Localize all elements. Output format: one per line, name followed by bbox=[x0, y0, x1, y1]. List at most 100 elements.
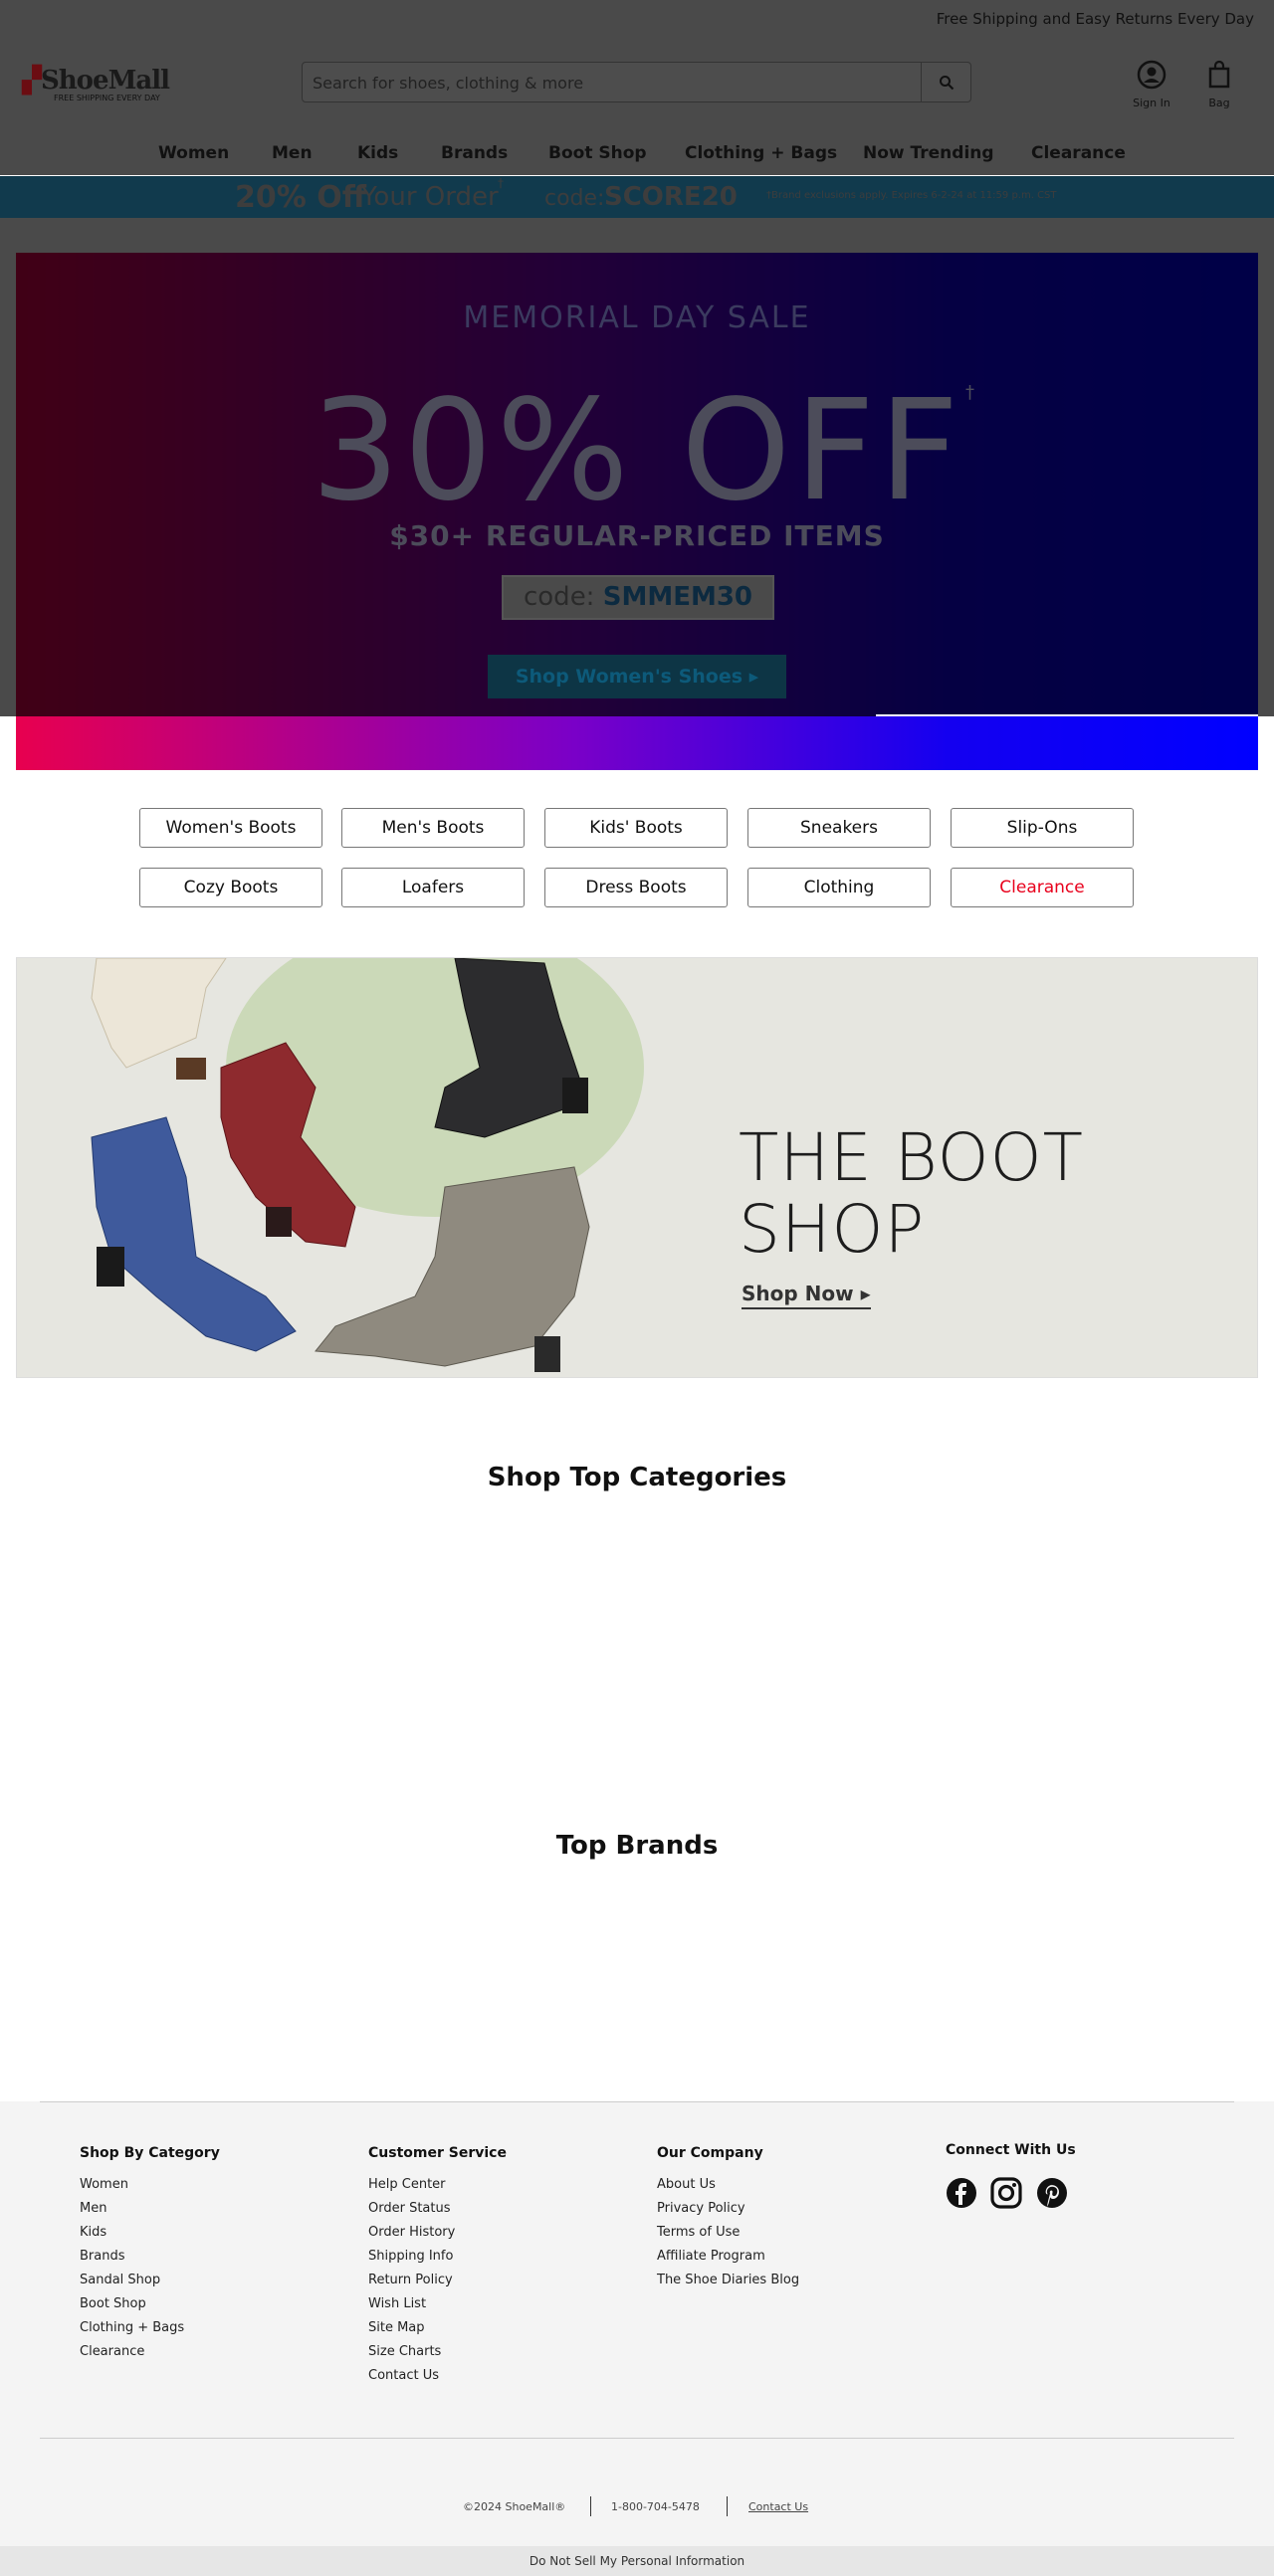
pill-womens-boots[interactable]: Women's Boots bbox=[139, 808, 322, 848]
nav-clearance[interactable]: Clearance bbox=[1031, 143, 1126, 163]
nav-boot-shop[interactable]: Boot Shop bbox=[548, 143, 647, 163]
top-bar: Free Shipping and Easy Returns Every Day bbox=[0, 0, 1274, 38]
boot-shop-title-line2: SHOP bbox=[739, 1191, 926, 1268]
overlay-dim-right bbox=[1258, 253, 1274, 716]
search-icon bbox=[939, 75, 954, 90]
footer-link-affiliate-program[interactable]: Affiliate Program bbox=[657, 2249, 799, 2265]
footer-heading: Our Company bbox=[657, 2145, 763, 2161]
footer-link-sandal-shop[interactable]: Sandal Shop bbox=[80, 2273, 220, 2288]
footer-link-about-us[interactable]: About Us bbox=[657, 2177, 799, 2193]
pill-loafers[interactable]: Loafers bbox=[341, 868, 525, 907]
footer-heading: Customer Service bbox=[368, 2145, 507, 2161]
hero-subline: $30+ REGULAR-PRICED ITEMS bbox=[389, 519, 885, 552]
footer-link-wish-list[interactable]: Wish List bbox=[368, 2296, 507, 2312]
do-not-sell-link[interactable]: Do Not Sell My Personal Information bbox=[0, 2546, 1274, 2576]
footer-contact-link[interactable]: Contact Us bbox=[748, 2500, 808, 2513]
footer-link-shipping-info[interactable]: Shipping Info bbox=[368, 2249, 507, 2265]
footer-link-kids[interactable]: Kids bbox=[80, 2225, 220, 2241]
pill-slip-ons[interactable]: Slip-Ons bbox=[951, 808, 1134, 848]
pill-dress-boots[interactable]: Dress Boots bbox=[544, 868, 728, 907]
footer-link-terms-of-use[interactable]: Terms of Use bbox=[657, 2225, 799, 2241]
footer-col-customer-service: Customer Service Help Center Order Statu… bbox=[368, 2145, 507, 2392]
footer-link-help-center[interactable]: Help Center bbox=[368, 2177, 507, 2193]
footer-link-men[interactable]: Men bbox=[80, 2201, 220, 2217]
footer-heading: Connect With Us bbox=[946, 2142, 1076, 2158]
page: Free Shipping and Easy Returns Every Day… bbox=[0, 0, 1274, 2576]
sign-in-button[interactable]: Sign In bbox=[1129, 60, 1174, 109]
pill-cozy-boots[interactable]: Cozy Boots bbox=[139, 868, 322, 907]
footer: Shop By Category Women Men Kids Brands S… bbox=[0, 2101, 1274, 2546]
pill-mens-boots[interactable]: Men's Boots bbox=[341, 808, 525, 848]
shipping-message: Free Shipping and Easy Returns Every Day bbox=[936, 10, 1254, 28]
pill-kids-boots[interactable]: Kids' Boots bbox=[544, 808, 728, 848]
boot-shop-cta[interactable]: Shop Now ▸ bbox=[742, 1282, 871, 1309]
top-categories-heading: Shop Top Categories bbox=[487, 1463, 787, 1492]
phone-number[interactable]: 1-800-704-5478 bbox=[611, 2500, 700, 2513]
pill-sneakers[interactable]: Sneakers bbox=[747, 808, 931, 848]
footer-divider-top bbox=[40, 2101, 1234, 2102]
promo-exclusions: †Brand exclusions apply. Expires 6-2-24 … bbox=[766, 190, 1057, 201]
footer-link-clearance[interactable]: Clearance bbox=[80, 2344, 220, 2360]
main-nav: Women Men Kids Brands Boot Shop Clothing… bbox=[0, 137, 1274, 175]
footer-divider-bottom bbox=[40, 2438, 1234, 2439]
overlay-dim-left bbox=[0, 253, 16, 716]
nav-women[interactable]: Women bbox=[158, 143, 229, 163]
boot-shop-title-line1: THE BOOT bbox=[739, 1119, 1084, 1196]
pinterest-icon[interactable] bbox=[1036, 2177, 1068, 2209]
hero-code-value: SMMEM30 bbox=[602, 582, 753, 612]
hero-headline: MEMORIAL DAY SALE bbox=[463, 300, 811, 335]
pill-clothing[interactable]: Clothing bbox=[747, 868, 931, 907]
search-button[interactable] bbox=[921, 63, 970, 101]
footer-col-shop-by-category: Shop By Category Women Men Kids Brands S… bbox=[80, 2145, 220, 2368]
boots-image bbox=[91, 958, 590, 1372]
sign-in-label: Sign In bbox=[1133, 97, 1170, 109]
boot-shop-banner[interactable]: THE BOOT SHOP Shop Now ▸ bbox=[16, 957, 1258, 1378]
footer-link-site-map[interactable]: Site Map bbox=[368, 2320, 507, 2336]
promo-dagger: † bbox=[498, 176, 504, 190]
boot-shop-title: THE BOOT SHOP bbox=[739, 1122, 1084, 1266]
footer-link-order-status[interactable]: Order Status bbox=[368, 2201, 507, 2217]
search-bar bbox=[302, 62, 971, 102]
footer-link-return-policy[interactable]: Return Policy bbox=[368, 2273, 507, 2288]
nav-now-trending[interactable]: Now Trending bbox=[863, 143, 994, 163]
instagram-icon[interactable] bbox=[990, 2177, 1022, 2209]
nav-men[interactable]: Men bbox=[272, 143, 313, 163]
footer-link-order-history[interactable]: Order History bbox=[368, 2225, 507, 2241]
promo-banner[interactable]: 20% Off Your Order † code: SCORE20 †Bran… bbox=[0, 176, 1274, 218]
bag-button[interactable]: Bag bbox=[1202, 60, 1236, 109]
top-brands-heading: Top Brands bbox=[555, 1831, 719, 1861]
footer-link-privacy-policy[interactable]: Privacy Policy bbox=[657, 2201, 799, 2217]
hero-dagger: † bbox=[965, 382, 974, 403]
copyright: ©2024 ShoeMall® bbox=[463, 2500, 566, 2513]
hero-discount: 30% OFF bbox=[311, 370, 963, 532]
hero-divider bbox=[876, 714, 1258, 716]
search-input[interactable] bbox=[313, 71, 900, 95]
footer-col-our-company: Our Company About Us Privacy Policy Term… bbox=[657, 2145, 799, 2296]
promo-amount: 20% Off bbox=[235, 180, 367, 215]
nav-brands[interactable]: Brands bbox=[441, 143, 508, 163]
shop-womens-shoes-button[interactable]: Shop Women's Shoes ▸ bbox=[488, 655, 786, 698]
footer-link-boot-shop[interactable]: Boot Shop bbox=[80, 2296, 220, 2312]
hero-banner[interactable]: MEMORIAL DAY SALE 30% OFF † $30+ REGULAR… bbox=[16, 253, 1258, 770]
pill-clearance[interactable]: Clearance bbox=[951, 868, 1134, 907]
hero-code-label: code: bbox=[523, 582, 595, 612]
promo-code-value: SCORE20 bbox=[604, 182, 738, 212]
facebook-icon[interactable] bbox=[946, 2177, 977, 2209]
footer-link-brands[interactable]: Brands bbox=[80, 2249, 220, 2265]
nav-kids[interactable]: Kids bbox=[357, 143, 398, 163]
footer-link-clothing-bags[interactable]: Clothing + Bags bbox=[80, 2320, 220, 2336]
footer-heading: Shop By Category bbox=[80, 2145, 220, 2161]
overlay-dim bbox=[0, 218, 1274, 253]
promo-your-order: Your Order bbox=[361, 182, 499, 212]
shoemall-logo[interactable]: ▞ShoeMall FREE SHIPPING EVERY DAY bbox=[22, 66, 181, 105]
nav-clothing-bags[interactable]: Clothing + Bags bbox=[685, 143, 837, 163]
footer-link-contact-us[interactable]: Contact Us bbox=[368, 2368, 507, 2384]
footer-separator bbox=[727, 2496, 728, 2516]
hero-code-box: code: SMMEM30 bbox=[502, 575, 774, 620]
account-icon bbox=[1137, 60, 1167, 90]
footer-link-women[interactable]: Women bbox=[80, 2177, 220, 2193]
footer-link-size-charts[interactable]: Size Charts bbox=[368, 2344, 507, 2360]
footer-link-shoe-diaries-blog[interactable]: The Shoe Diaries Blog bbox=[657, 2273, 799, 2288]
bag-icon bbox=[1208, 60, 1230, 89]
footer-separator bbox=[590, 2496, 591, 2516]
